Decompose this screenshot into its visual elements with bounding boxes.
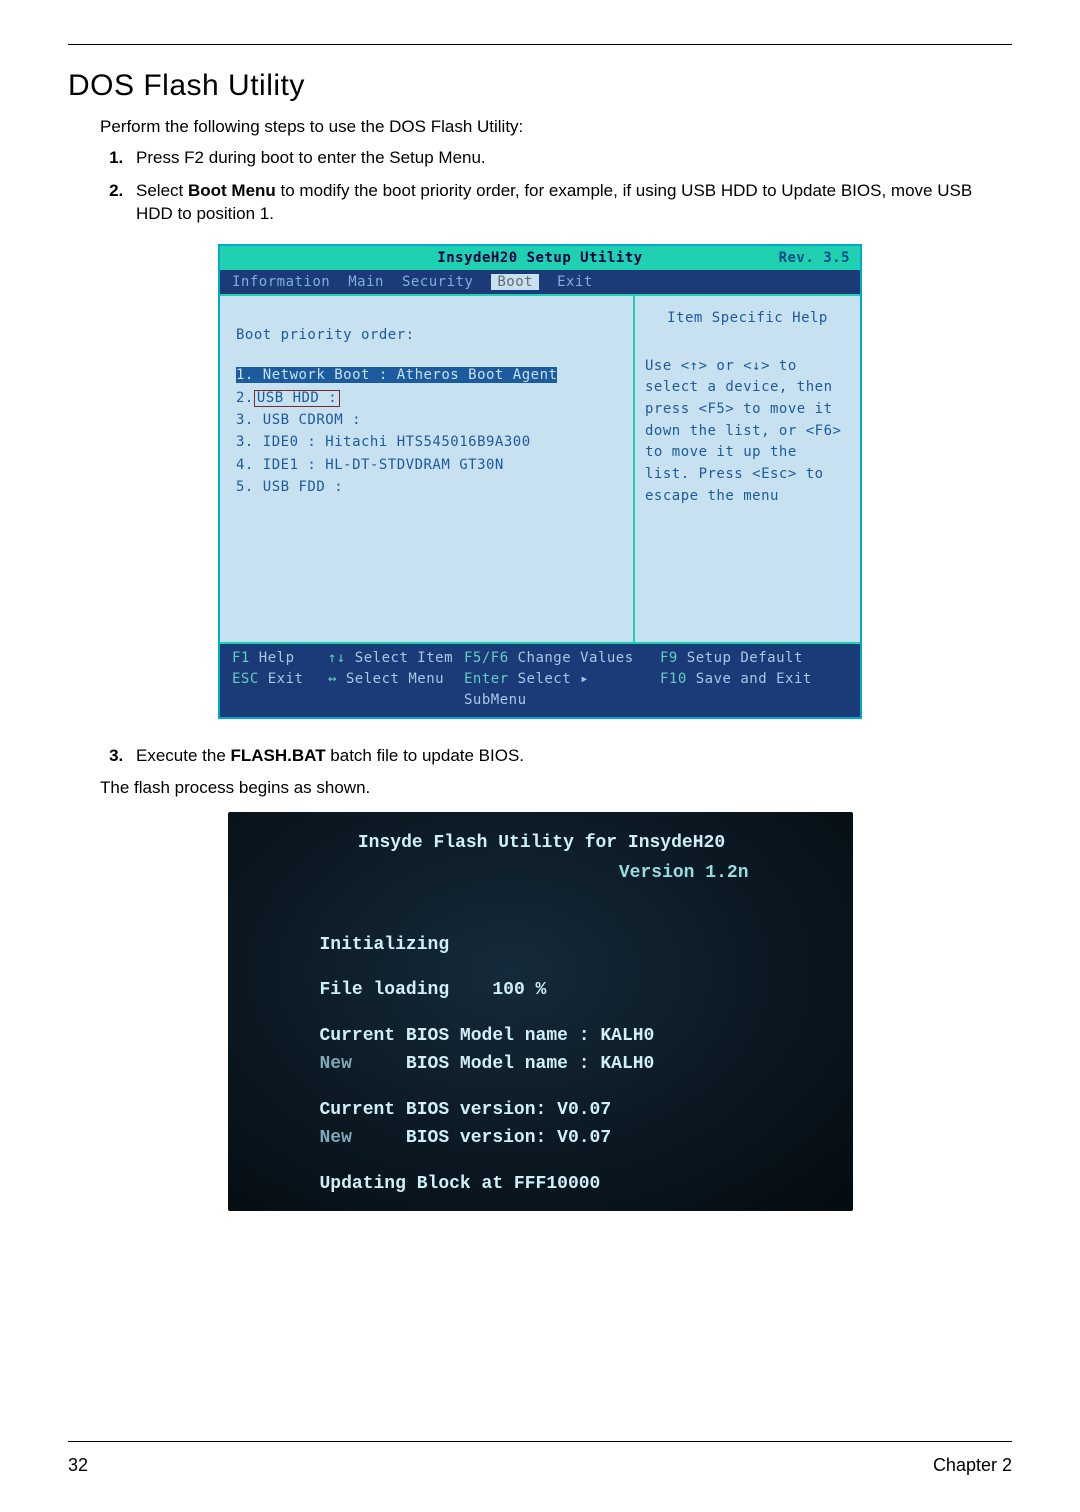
console-updating: Updating Block at FFF10000 (320, 1171, 829, 1199)
page-number: 32 (68, 1455, 88, 1476)
tab-security[interactable]: Security (402, 274, 473, 290)
help-body: Use <↑> or <↓> to select a device, then … (645, 356, 850, 508)
help-title: Item Specific Help (645, 308, 850, 330)
tab-information[interactable]: Information (232, 274, 330, 290)
bios-screenshot: InsydeH20 Setup Utility Rev. 3.5 Informa… (218, 244, 862, 719)
bios-help-pane: Item Specific Help Use <↑> or <↓> to sel… (635, 294, 860, 644)
flash-console-screenshot: Insyde Flash Utility for InsydeH20 Versi… (228, 812, 853, 1211)
bios-revision: Rev. 3.5 (779, 250, 850, 266)
boot-item-5[interactable]: 4. IDE1 : HL-DT-STDVDRAM GT30N (236, 454, 617, 476)
steps-list: Press F2 during boot to enter the Setup … (100, 147, 1012, 226)
bios-left-pane: Boot priority order: 1. Network Boot : A… (220, 294, 635, 644)
boot-item-3[interactable]: 3. USB CDROM : (236, 409, 617, 431)
tab-main[interactable]: Main (348, 274, 384, 290)
console-header: Insyde Flash Utility for InsydeH20 (255, 830, 829, 858)
boot-item-4[interactable]: 3. IDE0 : Hitachi HTS545016B9A300 (236, 431, 617, 453)
usb-hdd-highlight: USB HDD : (254, 390, 340, 407)
bios-footer: F1 Help ↑↓ Select Item F5/F6 Change Valu… (220, 644, 860, 717)
step-2: Select Boot Menu to modify the boot prio… (128, 180, 1012, 226)
chapter-label: Chapter 2 (933, 1455, 1012, 1476)
console-current-model: Current BIOS Model name : KALH0 (320, 1023, 829, 1051)
followup-text: The flash process begins as shown. (100, 778, 1012, 798)
steps-list-cont: Execute the FLASH.BAT batch file to upda… (100, 745, 1012, 768)
console-new-model: New BIOS Model name : KALH0 (320, 1051, 829, 1079)
page-title: DOS Flash Utility (68, 69, 1012, 103)
console-current-version: Current BIOS version: V0.07 (320, 1097, 829, 1125)
boot-order-heading: Boot priority order: (236, 324, 617, 346)
boot-item-1[interactable]: 1. Network Boot : Atheros Boot Agent (236, 367, 557, 383)
boot-item-2[interactable]: 2. USB HDD : (236, 387, 617, 409)
intro-text: Perform the following steps to use the D… (100, 117, 1012, 137)
step-3: Execute the FLASH.BAT batch file to upda… (128, 745, 1012, 768)
tab-boot[interactable]: Boot (491, 274, 539, 290)
tab-exit[interactable]: Exit (557, 274, 593, 290)
bios-title: InsydeH20 Setup Utility (437, 250, 642, 266)
step-1: Press F2 during boot to enter the Setup … (128, 147, 1012, 170)
console-version: Version 1.2n (255, 860, 829, 888)
console-initializing: Initializing (320, 932, 829, 960)
boot-item-6[interactable]: 5. USB FDD : (236, 476, 617, 498)
bios-tabs: Information Main Security Boot Exit (220, 270, 860, 294)
console-new-version: New BIOS version: V0.07 (320, 1125, 829, 1153)
console-file-loading: File loading 100 % (320, 977, 829, 1005)
